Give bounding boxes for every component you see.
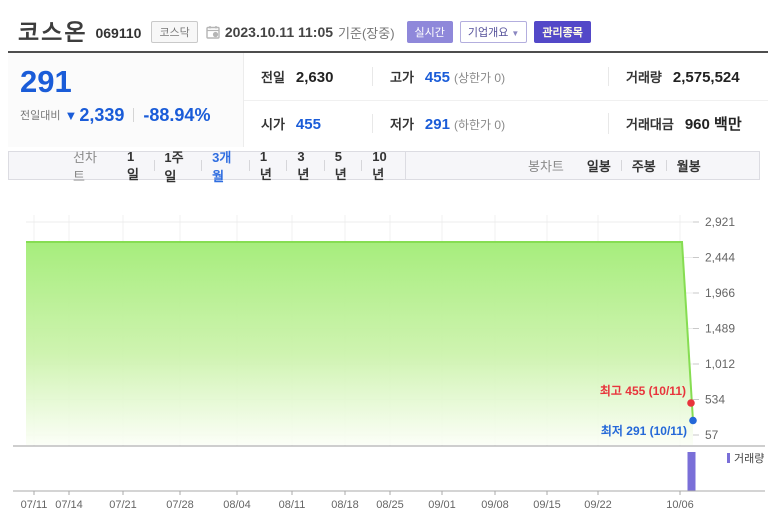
svg-text:08/25: 08/25 — [376, 499, 404, 511]
candle-chart-tab-group: 봉차트 일봉 주봉 월봉 — [406, 152, 711, 179]
svg-text:2,444: 2,444 — [705, 251, 735, 265]
volume-label: 거래량 — [626, 67, 662, 86]
chevron-down-icon: ▼ — [511, 29, 519, 38]
low-cell: 저가 291 (하한가 0) — [372, 114, 608, 133]
tab-monthly-candle[interactable]: 월봉 — [667, 156, 711, 175]
down-triangle-icon: ▼ — [64, 108, 77, 123]
price-area-fill — [26, 242, 693, 445]
x-axis-labels: 07/11 07/14 07/21 07/28 08/04 08/11 08/1… — [21, 499, 694, 511]
calendar-icon — [206, 25, 220, 39]
tab-10year[interactable]: 10년 — [362, 149, 405, 183]
open-label: 시가 — [261, 114, 285, 133]
svg-text:1,966: 1,966 — [705, 286, 735, 300]
svg-text:1,012: 1,012 — [705, 357, 735, 371]
change-label: 전일대비 — [20, 107, 60, 123]
market-badge-kosdaq: 코스닥 — [151, 21, 197, 43]
quote-datetime: 2023.10.11 11:05 — [225, 24, 333, 40]
line-chart-tab-group: 선차트 1일 1주일 3개월 1년 3년 5년 10년 — [9, 152, 405, 179]
stock-code: 069110 — [95, 25, 141, 41]
high-label: 고가 — [390, 67, 414, 86]
open-value: 455 — [296, 116, 321, 133]
annotation-low: 최저 291 (10/11) — [601, 423, 687, 438]
current-price: 291 — [20, 64, 243, 100]
summary-row-1: 전일 2,630 고가 455 (상한가 0) 거래량 2,575,524 — [244, 53, 768, 100]
tab-3year[interactable]: 3년 — [287, 149, 324, 183]
tab-5year[interactable]: 5년 — [325, 149, 362, 183]
svg-text:07/21: 07/21 — [109, 499, 137, 511]
svg-text:08/11: 08/11 — [279, 499, 306, 511]
realtime-badge[interactable]: 실시간 — [407, 21, 453, 43]
svg-text:08/04: 08/04 — [223, 499, 251, 511]
change-percent: -88.94% — [143, 105, 210, 126]
svg-text:534: 534 — [705, 393, 725, 407]
svg-text:09/22: 09/22 — [584, 499, 612, 511]
line-chart-group-label: 선차트 — [73, 147, 104, 185]
upper-limit-note: (상한가 0) — [454, 69, 505, 86]
annotation-high: 최고 455 (10/11) — [600, 383, 686, 398]
svg-text:07/11: 07/11 — [21, 499, 48, 511]
y-axis-labels: 2,921 2,444 1,966 1,489 1,012 534 57 — [705, 215, 735, 442]
tab-daily-candle[interactable]: 일봉 — [577, 156, 621, 175]
trade-value-cell: 거래대금 960 백만 — [608, 113, 768, 134]
volume-cell: 거래량 2,575,524 — [608, 67, 768, 86]
trade-value-label: 거래대금 — [626, 114, 674, 133]
high-point-dot — [687, 399, 695, 407]
volume-bar — [688, 452, 696, 491]
volume-legend: 거래량 — [727, 452, 764, 465]
price-change-row: 전일대비 ▼ 2,339 -88.94% — [20, 105, 243, 126]
trade-value-value: 960 백만 — [685, 113, 742, 134]
svg-text:09/01: 09/01 — [428, 499, 456, 511]
volume-value: 2,575,524 — [673, 69, 740, 86]
svg-text:09/15: 09/15 — [533, 499, 561, 511]
tab-1week[interactable]: 1주일 — [154, 147, 201, 185]
stock-header: 코스온 069110 코스닥 2023.10.11 11:05 기준(장중) 실… — [18, 13, 764, 47]
svg-text:08/18: 08/18 — [331, 499, 359, 511]
price-chart-svg: 2,921 2,444 1,966 1,489 1,012 534 57 최고 … — [0, 195, 768, 525]
svg-text:1,489: 1,489 — [705, 322, 735, 336]
price-chart[interactable]: 2,921 2,444 1,966 1,489 1,012 534 57 최고 … — [0, 195, 768, 525]
tab-3month-selected[interactable]: 3개월 — [202, 147, 249, 185]
current-price-panel: 291 전일대비 ▼ 2,339 -88.94% — [8, 53, 244, 147]
low-point-dot — [689, 417, 697, 425]
svg-text:07/28: 07/28 — [166, 499, 194, 511]
lower-limit-note: (하한가 0) — [454, 116, 505, 133]
tab-1year[interactable]: 1년 — [250, 149, 287, 183]
volume-legend-label: 거래량 — [734, 452, 764, 465]
divider — [133, 108, 134, 122]
change-value: 2,339 — [79, 105, 124, 126]
tab-weekly-candle[interactable]: 주봉 — [622, 156, 666, 175]
managed-stock-badge: 관리종목 — [534, 21, 590, 43]
low-value: 291 — [425, 116, 450, 133]
quote-summary-table: 전일 2,630 고가 455 (상한가 0) 거래량 2,575,524 시가… — [244, 53, 768, 147]
svg-text:57: 57 — [705, 428, 719, 442]
x-axis-ticks — [34, 491, 680, 495]
low-label: 저가 — [390, 114, 414, 133]
company-overview-button[interactable]: 기업개요▼ — [460, 21, 527, 43]
open-cell: 시가 455 — [244, 114, 372, 133]
svg-text:07/14: 07/14 — [55, 499, 83, 511]
high-value: 455 — [425, 69, 450, 86]
volume-legend-bar-icon — [727, 453, 730, 463]
company-overview-label: 기업개요 — [468, 27, 508, 39]
stock-name: 코스온 — [18, 13, 87, 47]
summary-row-2: 시가 455 저가 291 (하한가 0) 거래대금 960 백만 — [244, 100, 768, 148]
prev-close-value: 2,630 — [296, 69, 334, 86]
svg-text:2,921: 2,921 — [705, 215, 735, 229]
prev-close-label: 전일 — [261, 67, 285, 86]
quote-info-box: 291 전일대비 ▼ 2,339 -88.94% 전일 2,630 고가 455… — [8, 51, 768, 147]
svg-text:10/06: 10/06 — [666, 499, 694, 511]
chart-period-tabbar: 선차트 1일 1주일 3개월 1년 3년 5년 10년 봉차트 일봉 주봉 월봉 — [8, 151, 760, 180]
tab-1day[interactable]: 1일 — [117, 149, 154, 183]
high-cell: 고가 455 (상한가 0) — [372, 67, 608, 86]
svg-text:09/08: 09/08 — [481, 499, 509, 511]
prev-close-cell: 전일 2,630 — [244, 67, 372, 86]
candle-chart-group-label: 봉차트 — [528, 156, 564, 175]
quote-datetime-note: 기준(장중) — [338, 23, 395, 42]
